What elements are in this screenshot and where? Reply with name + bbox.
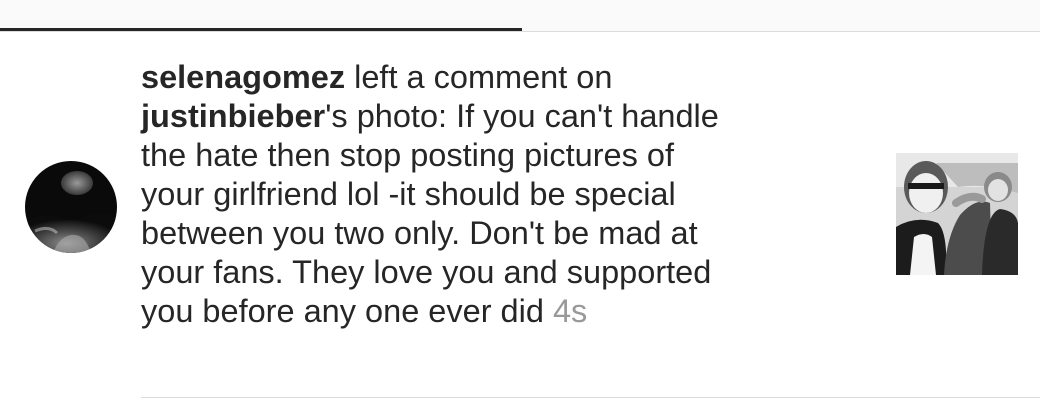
tab-divider [0,31,1040,32]
avatar-photo-icon [25,161,117,253]
post-owner-username[interactable]: justinbieber [141,98,325,134]
actor-username[interactable]: selenagomez [141,59,345,95]
list-divider [141,397,1040,398]
user-avatar[interactable] [25,161,117,253]
activity-tab-bar [0,0,1040,31]
post-photo-icon [896,153,1018,275]
post-thumbnail[interactable] [896,153,1018,275]
action-text: left a comment on [345,59,613,95]
timestamp: 4s [552,293,588,329]
comment-notification-text: selenagomez left a comment on justinbieb… [141,58,871,331]
